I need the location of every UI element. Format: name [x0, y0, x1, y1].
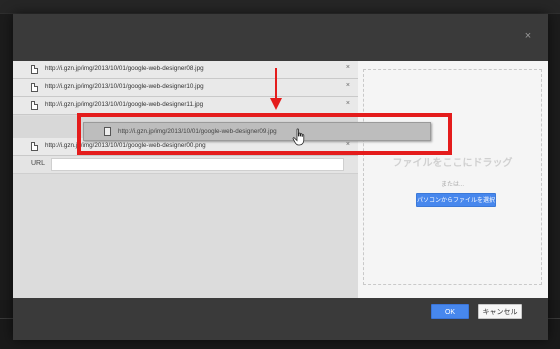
file-icon	[31, 65, 38, 74]
file-row[interactable]: http://i.gzn.jp/img/2013/10/01/google-we…	[13, 61, 358, 79]
file-list-panel: http://i.gzn.jp/img/2013/10/01/google-we…	[13, 61, 358, 298]
select-file-button[interactable]: パソコンからファイルを選択	[416, 193, 496, 207]
remove-file-button[interactable]: ×	[346, 82, 350, 89]
file-name: http://i.gzn.jp/img/2013/10/01/google-we…	[45, 101, 204, 108]
cancel-button[interactable]: キャンセル	[478, 304, 522, 319]
close-icon[interactable]: ×	[522, 30, 534, 42]
drop-zone-or: または...	[440, 182, 464, 188]
remove-file-button[interactable]: ×	[346, 64, 350, 71]
url-row: URL	[13, 156, 358, 174]
file-name: http://i.gzn.jp/img/2013/10/01/google-we…	[45, 65, 204, 72]
file-icon	[31, 83, 38, 92]
hand-cursor-icon	[292, 128, 305, 146]
url-label: URL	[31, 160, 46, 167]
file-icon	[31, 142, 38, 151]
down-arrow-annotation	[270, 68, 282, 110]
file-icon	[31, 101, 38, 110]
upload-panel: ファイルをここにドラッグ または... パソコンからファイルを選択	[358, 61, 548, 298]
drop-zone[interactable]: ファイルをここにドラッグ または... パソコンからファイルを選択	[363, 69, 542, 285]
highlight-annotation	[77, 113, 452, 155]
file-picker-dialog: × http://i.gzn.jp/img/2013/10/01/google-…	[13, 14, 548, 340]
drop-zone-title: ファイルをここにドラッグ	[392, 158, 513, 169]
top-bar	[0, 0, 560, 14]
remove-file-button[interactable]: ×	[346, 100, 350, 107]
url-input[interactable]	[51, 158, 344, 171]
file-name: http://i.gzn.jp/img/2013/10/01/google-we…	[45, 83, 204, 90]
file-row[interactable]: http://i.gzn.jp/img/2013/10/01/google-we…	[13, 79, 358, 97]
ok-button[interactable]: OK	[431, 304, 469, 319]
